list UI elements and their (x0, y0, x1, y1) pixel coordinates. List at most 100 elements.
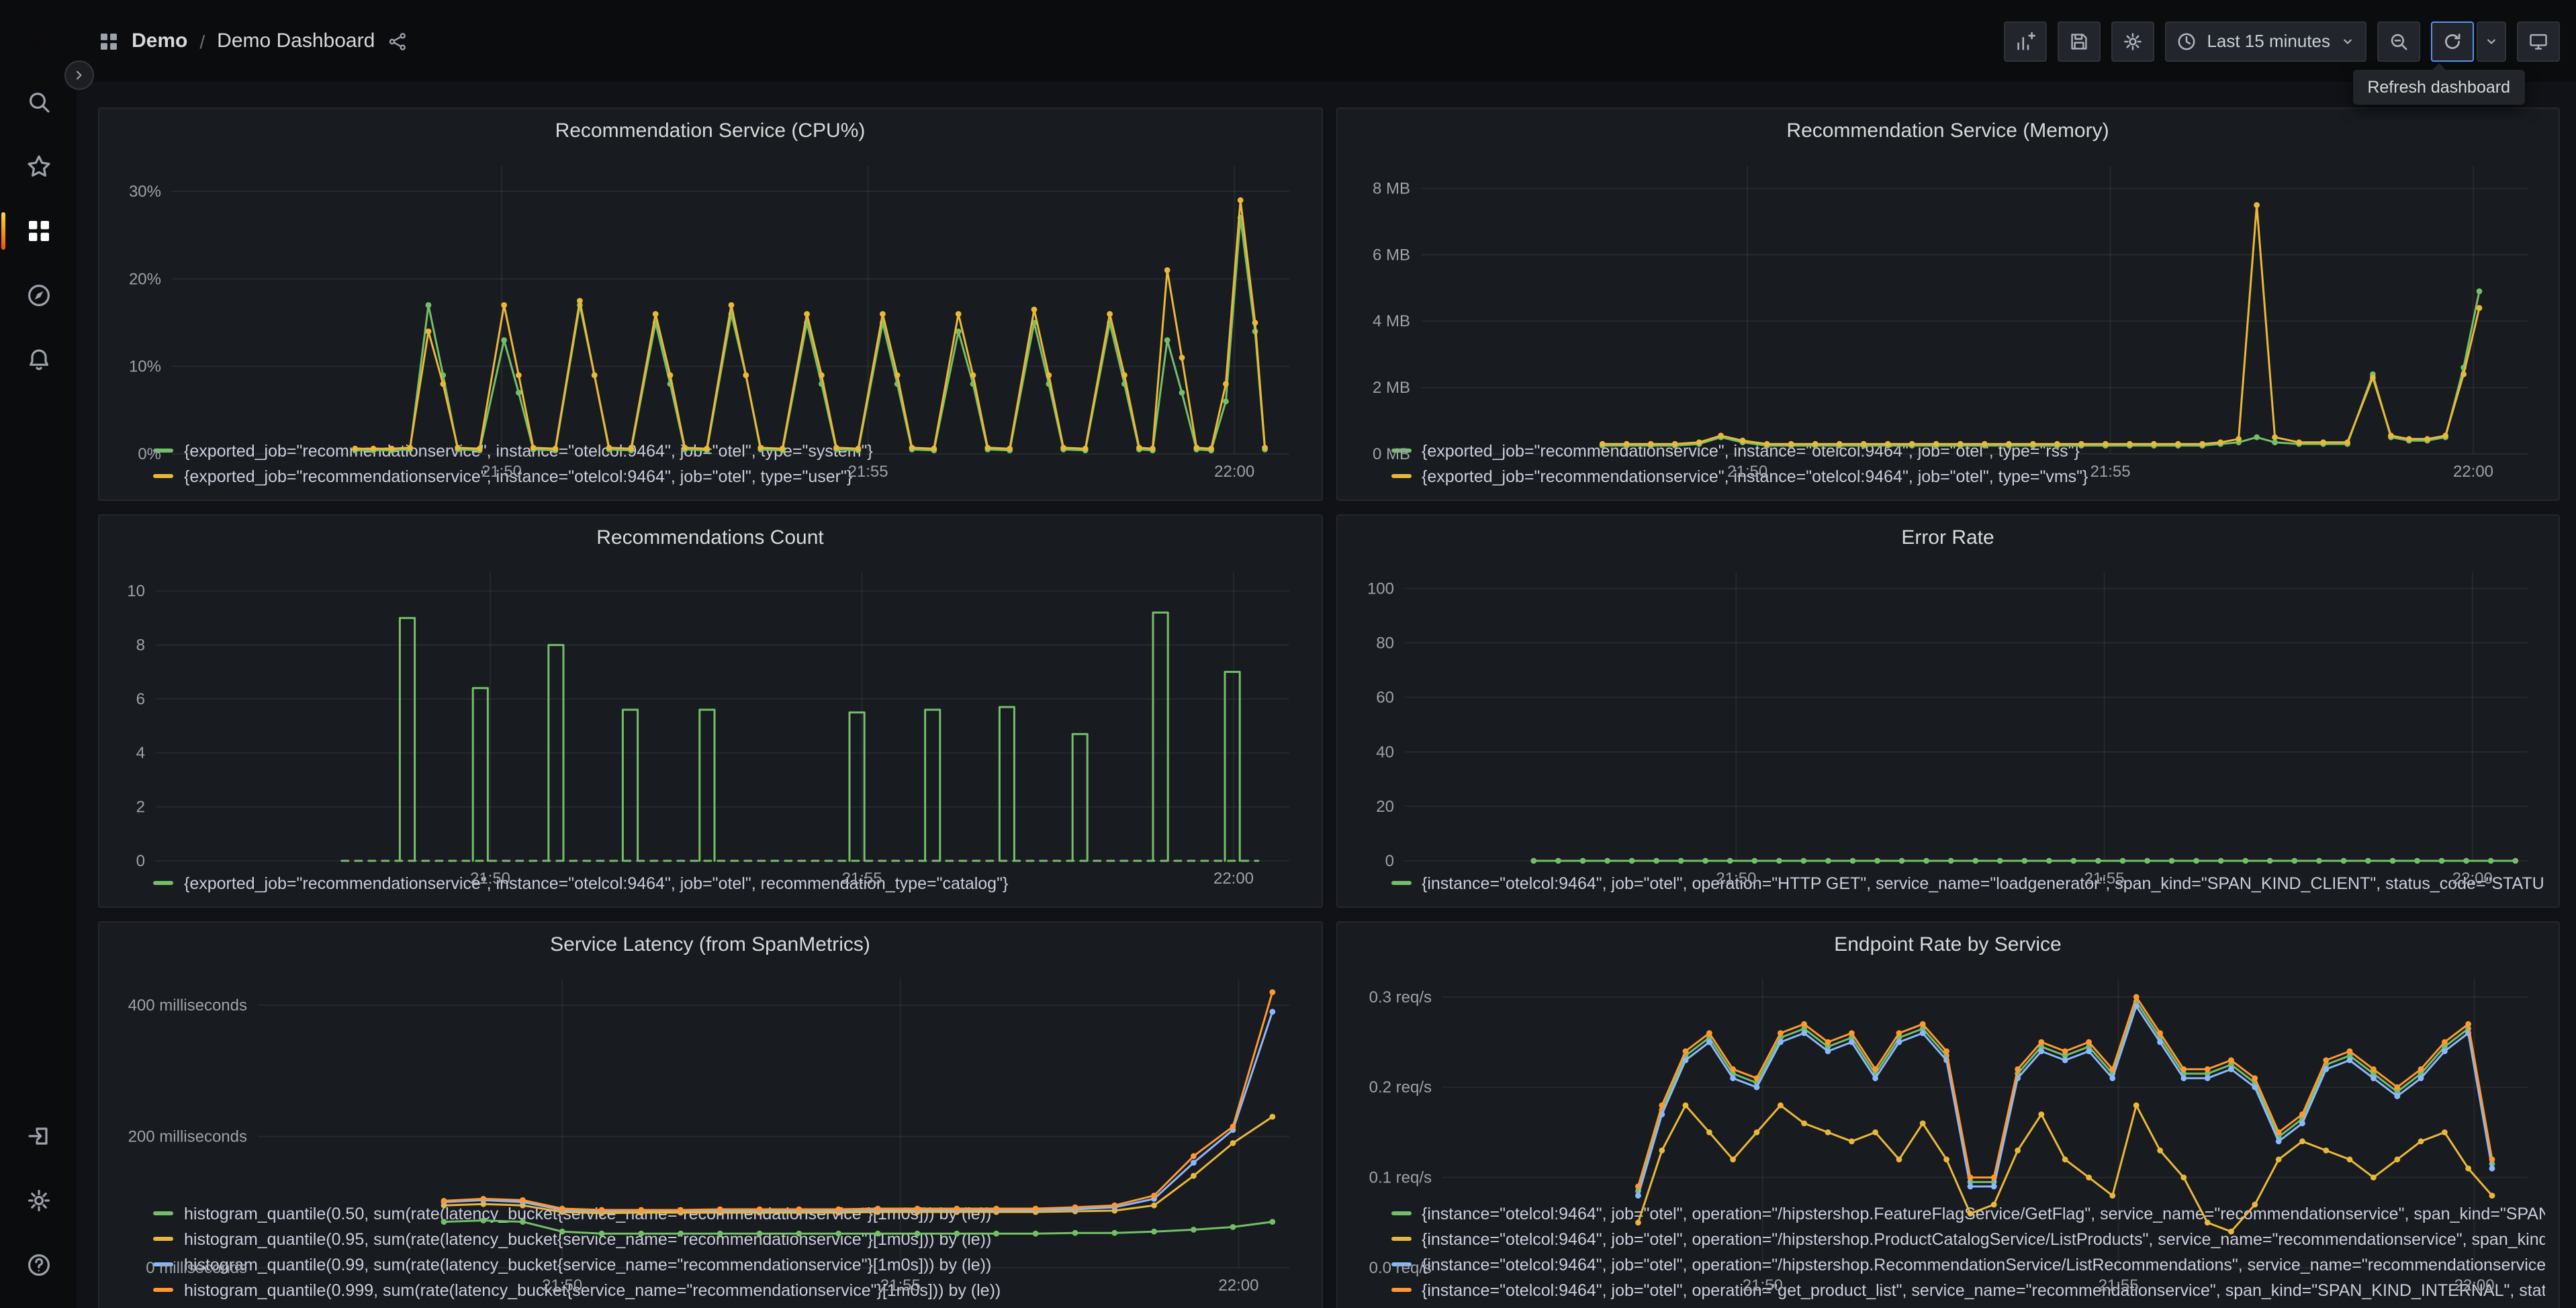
breadcrumb: Demo / Demo Dashboard (98, 30, 408, 52)
svg-text:0.3 req/s: 0.3 req/s (1369, 988, 1431, 1007)
monitor-icon (2528, 30, 2549, 52)
chart-canvas: 0 2 4 6 8 10 21:50 21:55 22:00 (127, 572, 1289, 888)
svg-text:20: 20 (1375, 798, 1393, 816)
time-range-picker[interactable]: Last 15 minutes (2165, 21, 2366, 61)
time-series-chart[interactable]: 0 20 40 60 80 100 21:50 21:55 22:00 (1350, 556, 2545, 888)
svg-text:21:50: 21:50 (1742, 1276, 1782, 1295)
grafana-logo[interactable] (18, 19, 58, 59)
svg-text:4 MB: 4 MB (1372, 312, 1410, 330)
svg-text:22:00: 22:00 (1218, 1276, 1258, 1295)
grafana-app: Demo / Demo Dashboard Last 15 minutes Re… (0, 0, 2576, 1308)
svg-text:21:55: 21:55 (2084, 870, 2124, 888)
panel-recommendation-memory: Recommendation Service (Memory) 0 MB 2 MB… (1336, 107, 2560, 501)
svg-text:20%: 20% (129, 270, 161, 288)
breadcrumb-page[interactable]: Demo Dashboard (217, 30, 375, 52)
svg-text:21:50: 21:50 (481, 463, 522, 481)
svg-text:2: 2 (136, 798, 145, 816)
time-series-chart[interactable]: 0 milliseconds 200 milliseconds 400 millis… (113, 963, 1307, 1295)
sidebar-item-alerting[interactable] (11, 333, 65, 387)
clock-icon (2176, 30, 2197, 52)
sidebar-item-search[interactable] (11, 75, 65, 129)
svg-text:200 milliseconds: 200 milliseconds (128, 1128, 247, 1146)
svg-text:0.2 req/s: 0.2 req/s (1369, 1078, 1431, 1096)
breadcrumb-separator: / (199, 30, 205, 52)
svg-text:22:00: 22:00 (1213, 870, 1254, 888)
panel-grid: Recommendation Service (CPU%) 0% 10% 20% 30… (98, 107, 2560, 1308)
expand-sidebar-button[interactable] (64, 60, 94, 90)
zoom-out-icon (2388, 30, 2409, 52)
svg-text:30%: 30% (129, 183, 161, 201)
svg-text:21:55: 21:55 (848, 463, 888, 481)
svg-text:21:50: 21:50 (1715, 870, 1755, 888)
panel-recommendation-cpu: Recommendation Service (CPU%) 0% 10% 20% 30… (98, 107, 1322, 501)
panel-title[interactable]: Recommendation Service (CPU%) (113, 117, 1307, 146)
gear-icon (25, 1187, 52, 1214)
svg-text:22:00: 22:00 (2452, 463, 2493, 481)
panel-title[interactable]: Recommendation Service (Memory) (1350, 117, 2545, 146)
svg-text:8 MB: 8 MB (1372, 180, 1410, 198)
svg-text:40: 40 (1375, 743, 1393, 761)
save-dashboard-button[interactable] (2058, 21, 2101, 61)
svg-text:100: 100 (1367, 579, 1393, 598)
dashboard-settings-button[interactable] (2111, 21, 2155, 61)
panel-recommendations-count: Recommendations Count 0 2 4 6 8 10 21:50 21:55 2… (98, 514, 1322, 908)
breadcrumb-section[interactable]: Demo (132, 30, 187, 52)
svg-text:22:00: 22:00 (1214, 463, 1254, 481)
star-icon (25, 153, 52, 180)
panel-title[interactable]: Error Rate (1350, 524, 2545, 553)
chevron-down-icon (2483, 33, 2499, 49)
svg-text:21:55: 21:55 (2098, 1276, 2138, 1295)
refresh-icon (2442, 30, 2463, 52)
cycle-view-mode-button[interactable] (2517, 21, 2560, 61)
time-series-chart[interactable]: 0 2 4 6 8 10 21:50 21:55 22:00 (113, 556, 1307, 888)
chart-canvas: 0 MB 2 MB 4 MB 6 MB 8 MB 21:50 21:55 22:00 (1372, 165, 2527, 481)
grafana-flame-icon (18, 19, 58, 59)
sidebar-item-configuration[interactable] (11, 1174, 65, 1227)
svg-text:21:50: 21:50 (1727, 463, 1767, 481)
share-dashboard-icon[interactable] (387, 30, 408, 52)
refresh-dashboard-button[interactable] (2431, 21, 2474, 61)
chart-canvas: 0 20 40 60 80 100 21:50 21:55 22:00 (1367, 572, 2527, 888)
compass-icon (25, 282, 52, 309)
svg-text:0 MB: 0 MB (1372, 445, 1410, 463)
svg-text:22:00: 22:00 (2454, 1276, 2494, 1295)
svg-text:6: 6 (136, 690, 145, 708)
svg-text:0.0 req/s: 0.0 req/s (1369, 1259, 1431, 1277)
refresh-interval-dropdown[interactable] (2477, 21, 2506, 61)
panel-title[interactable]: Service Latency (from SpanMetrics) (113, 931, 1307, 960)
svg-text:2 MB: 2 MB (1372, 379, 1410, 397)
question-circle-icon (25, 1252, 52, 1278)
add-panel-button[interactable] (2004, 21, 2048, 61)
gear-icon (2122, 30, 2144, 52)
sidebar-item-help[interactable] (11, 1238, 65, 1292)
svg-text:400 milliseconds: 400 milliseconds (128, 996, 247, 1015)
chevron-down-icon (2340, 33, 2356, 49)
svg-text:21:55: 21:55 (880, 1276, 921, 1295)
sidebar-item-sign-in[interactable] (11, 1109, 65, 1163)
sidebar-item-explore[interactable] (11, 269, 65, 322)
panel-service-latency: Service Latency (from SpanMetrics) 0 mil… (98, 921, 1322, 1308)
time-series-chart[interactable]: 0% 10% 20% 30% 21:50 21:55 22:00 (113, 149, 1307, 481)
chart-canvas: 0% 10% 20% 30% 21:50 21:55 22:00 (129, 165, 1289, 481)
time-series-chart[interactable]: 0.0 req/s 0.1 req/s 0.2 req/s 0.3 req/s 21:5… (1350, 963, 2545, 1295)
sidebar-item-starred[interactable] (11, 140, 65, 193)
zoom-out-time-range-button[interactable] (2377, 21, 2420, 61)
svg-text:10: 10 (127, 582, 145, 600)
sidebar-bottom-nav (0, 1109, 77, 1292)
panel-title[interactable]: Endpoint Rate by Service (1350, 931, 2545, 960)
svg-text:21:55: 21:55 (2090, 463, 2130, 481)
time-series-chart[interactable]: 0 MB 2 MB 4 MB 6 MB 8 MB 21:50 21:55 22:00 (1350, 149, 2545, 481)
svg-text:21:55: 21:55 (842, 870, 882, 888)
dashboards-grid-icon (25, 218, 52, 244)
sign-in-icon (25, 1123, 52, 1150)
search-icon (25, 89, 52, 115)
add-panel-icon (2015, 30, 2036, 52)
top-bar: Demo / Demo Dashboard Last 15 minutes Re… (77, 0, 2576, 104)
chart-canvas: 0 milliseconds 200 milliseconds 400 millis… (128, 979, 1289, 1295)
panel-title[interactable]: Recommendations Count (113, 524, 1307, 553)
dashboard-canvas: Recommendation Service (CPU%) 0% 10% 20% 30… (77, 82, 2576, 1308)
sidebar-item-dashboards[interactable] (1, 204, 65, 258)
sidebar-nav (0, 75, 77, 387)
chart-canvas: 0.0 req/s 0.1 req/s 0.2 req/s 0.3 req/s 21:5… (1369, 979, 2527, 1295)
svg-text:4: 4 (136, 744, 145, 762)
